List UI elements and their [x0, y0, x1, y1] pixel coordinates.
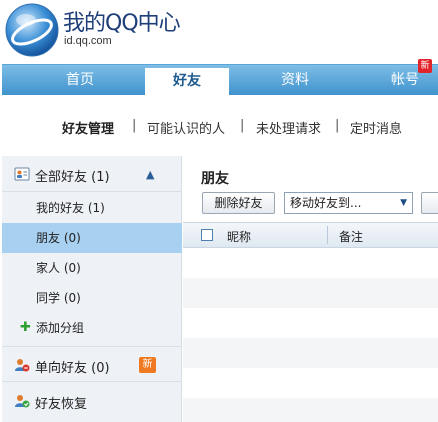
friends-card-icon — [14, 166, 30, 182]
friend-list-panel: 朋友 删除好友 移动好友到... ▼ 昵称 备注 — [183, 156, 438, 422]
brand-url: id.qq.com — [64, 35, 112, 47]
one-way-new-badge: 新 — [139, 357, 156, 373]
subnav-people-you-may-know[interactable]: 可能认识的人 — [147, 118, 225, 137]
tab-profile[interactable]: 资料 — [262, 65, 328, 96]
empty-row — [183, 398, 438, 422]
one-way-friends-icon — [14, 357, 30, 373]
friend-groups-sidebar: 全部好友 (1) ▲ 我的好友 (1) 朋友 (0) 家人 (0) 同学 (0)… — [2, 156, 182, 422]
move-friend-select[interactable]: 移动好友到... ▼ — [284, 192, 413, 214]
subnav-separator: | — [132, 118, 137, 133]
qq-center-logo[interactable] — [4, 2, 60, 58]
friend-recover-group[interactable]: 好友恢复 — [2, 383, 182, 419]
friend-recover-label: 好友恢复 — [35, 397, 88, 412]
more-button[interactable] — [421, 192, 438, 214]
add-group-button[interactable]: ✚ 添加分组 — [2, 313, 182, 343]
plus-icon: ✚ — [20, 320, 31, 335]
chevron-up-icon[interactable]: ▲ — [146, 168, 154, 181]
select-all-checkbox[interactable] — [201, 229, 213, 241]
delete-friend-button[interactable]: 删除好友 — [202, 192, 275, 214]
subnav-scheduled-messages[interactable]: 定时消息 — [350, 118, 402, 137]
all-friends-label: 全部好友 (1) — [35, 170, 110, 185]
column-nickname[interactable]: 昵称 — [227, 228, 251, 245]
tab-friends[interactable]: 好友 — [145, 68, 229, 96]
tab-account-label: 帐号 — [391, 72, 419, 88]
column-divider — [327, 226, 328, 244]
subnav-pending-requests[interactable]: 未处理请求 — [256, 118, 321, 137]
friend-recover-icon — [14, 393, 30, 409]
header: 我的QQ中心 id.qq.com — [0, 0, 438, 62]
column-remark[interactable]: 备注 — [339, 228, 363, 245]
sidebar-item-family[interactable]: 家人 (0) — [2, 253, 182, 283]
group-title: 朋友 — [201, 171, 229, 187]
dropdown-arrow-icon: ▼ — [400, 198, 407, 208]
account-new-badge: 新 — [418, 59, 432, 73]
friend-table-header: 昵称 备注 — [183, 222, 438, 248]
tab-home[interactable]: 首页 — [48, 65, 112, 96]
one-way-friends-label: 单向好友 (0) — [35, 361, 110, 376]
sidebar-item-friends[interactable]: 朋友 (0) — [2, 223, 182, 253]
subnav-separator: | — [335, 118, 340, 133]
empty-row — [183, 278, 438, 308]
one-way-friends-group[interactable]: 单向好友 (0) 新 — [2, 346, 182, 382]
subnav-separator: | — [240, 118, 245, 133]
add-group-label: 添加分组 — [36, 321, 85, 335]
sidebar-item-my-friends[interactable]: 我的好友 (1) — [2, 193, 182, 223]
subnav-friend-manage[interactable]: 好友管理 — [62, 118, 114, 137]
empty-row — [183, 338, 438, 368]
friends-subnav: 好友管理 | 可能认识的人 | 未处理请求 | 定时消息 — [0, 118, 438, 138]
move-friend-select-value: 移动好友到... — [290, 196, 362, 210]
brand-title: 我的QQ中心 — [63, 11, 181, 36]
main-nav: 首页 好友 资料 帐号 新 — [2, 59, 438, 96]
all-friends-group[interactable]: 全部好友 (1) ▲ — [2, 156, 182, 192]
sidebar-item-classmates[interactable]: 同学 (0) — [2, 283, 182, 313]
